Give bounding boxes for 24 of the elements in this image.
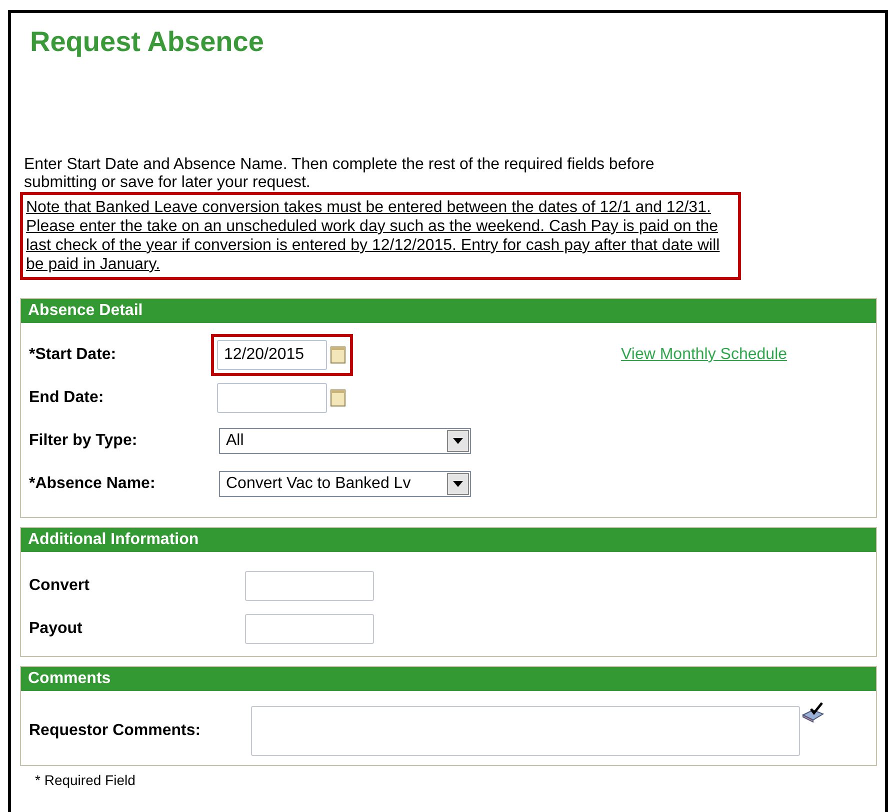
section-header: Comments xyxy=(21,667,876,691)
field-label: Convert xyxy=(28,576,90,596)
comments-field[interactable] xyxy=(251,706,800,756)
instructions-text: Enter Start Date and Absence Name. Then complete the rest of the required fields before submitting or save for later your request. xyxy=(24,156,656,192)
page-title: Request Absence xyxy=(30,25,264,59)
date-field[interactable] xyxy=(217,382,327,412)
dropdown[interactable]: All xyxy=(219,428,471,454)
section-header: Additional Information xyxy=(21,528,876,552)
field-label: *Start Date: xyxy=(28,344,118,364)
field-label: Filter by Type: xyxy=(28,430,138,450)
field-label: End Date: xyxy=(28,388,105,408)
footnote-text: * Required Field xyxy=(35,771,136,790)
text-field[interactable] xyxy=(245,570,374,600)
section-header: Absence Detail xyxy=(21,299,876,323)
date-field[interactable]: 12/20/2015 xyxy=(217,340,327,370)
field-label: Requestor Comments: xyxy=(28,721,202,741)
field-label: *Absence Name: xyxy=(28,474,156,494)
field-label: Payout xyxy=(28,618,84,638)
calendar-icon[interactable] xyxy=(330,388,347,407)
text-field[interactable] xyxy=(245,614,374,644)
note-text: Note that Banked Leave conversion takes must be entered between the dates of 12/1 and 12/31. Please enter the take on an unscheduled work day such as the weekend. Cash Pay is paid on the last check of the year if conversion is entered by 12/12/2015. Entry for cash pay after that date will be paid in January. xyxy=(26,198,721,274)
spellcheck-icon[interactable] xyxy=(801,701,825,723)
calendar-icon[interactable] xyxy=(330,345,347,364)
dropdown[interactable]: Convert Vac to Banked Lv xyxy=(219,470,471,496)
